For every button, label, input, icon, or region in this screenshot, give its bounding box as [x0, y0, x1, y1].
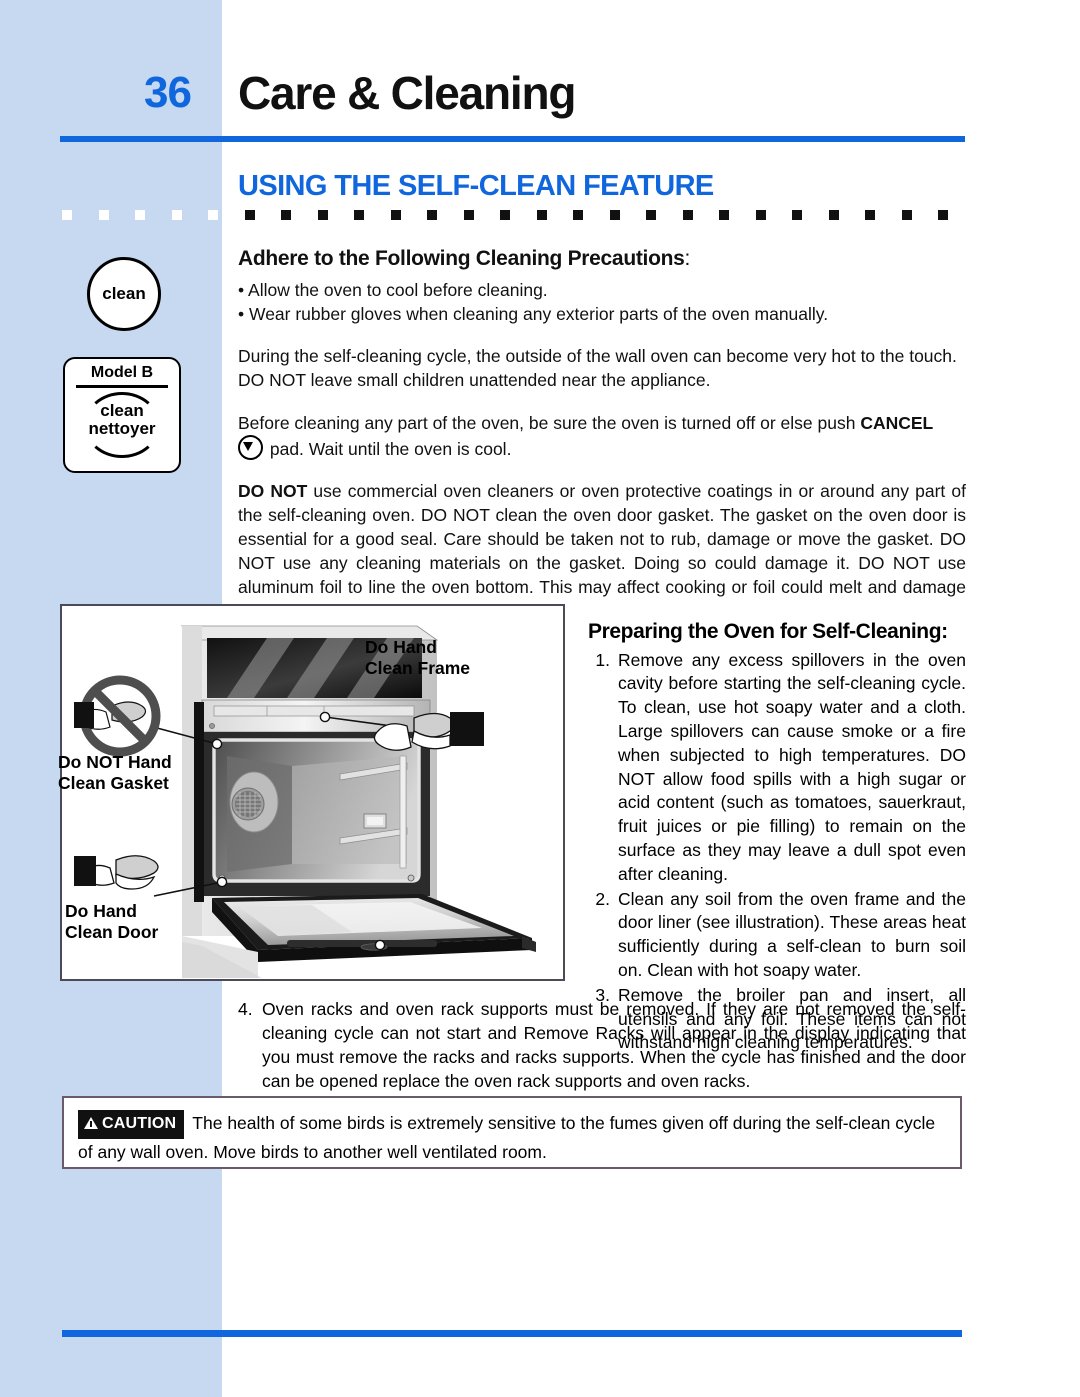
cancel-pad-icon: [238, 434, 263, 460]
caution-text: The health of some birds is extremely se…: [78, 1113, 936, 1162]
clean-pad-icon: clean: [87, 257, 161, 331]
clean-nettoyer-line2: nettoyer: [88, 419, 156, 439]
model-b-divider: [76, 385, 168, 388]
precaution-bullet-2: • Wear rubber gloves when cleaning any e…: [238, 304, 829, 325]
do-not-keyword: DO NOT: [238, 480, 308, 501]
cancel-paragraph-pre: Before cleaning any part of the oven, be…: [238, 412, 861, 433]
model-b-label: Model B: [90, 364, 154, 381]
cancel-pad-paragraph: Before cleaning any part of the oven, be…: [238, 411, 966, 461]
list-item-number: 1.: [595, 649, 610, 670]
caution-badge-label: CAUTION: [102, 1115, 177, 1132]
precautions-heading-text: Adhere to the Following Cleaning Precaut…: [238, 247, 685, 270]
precautions-section: Adhere to the Following Cleaning Precaut…: [238, 245, 966, 624]
list-item: 1. Remove any excess spillovers in the o…: [588, 649, 966, 887]
chapter-title: Care & Cleaning: [238, 67, 577, 119]
list-item-text: Remove any excess spillovers in the oven…: [618, 649, 966, 884]
section-heading: USING THE SELF-CLEAN FEATURE: [238, 170, 714, 202]
caution-badge: CAUTION: [78, 1110, 185, 1139]
precautions-heading: Adhere to the Following Cleaning Precaut…: [238, 245, 966, 274]
do-not-paragraph-text: use commercial oven cleaners or oven pro…: [238, 480, 966, 622]
preparing-section: Preparing the Oven for Self-Cleaning: 1.…: [588, 618, 966, 1055]
clean-pad-label: clean: [102, 284, 146, 303]
model-b-badge: Model B clean nettoyer: [63, 357, 181, 473]
precautions-bullets: • Allow the oven to cool before cleaning…: [238, 278, 966, 326]
do-not-paragraph: DO NOT use commercial oven cleaners or o…: [238, 479, 966, 624]
children-warning-paragraph: During the self-cleaning cycle, the outs…: [238, 346, 957, 391]
warning-triangle-icon: [84, 1117, 98, 1129]
no-hand-gasket-icon: [74, 675, 161, 757]
precautions-heading-colon: :: [684, 247, 691, 270]
header-rule: [60, 136, 965, 142]
label-clean-frame: Do Hand Clean Frame: [365, 637, 471, 678]
cancel-paragraph-post: pad. Wait until the oven is cool.: [265, 438, 512, 459]
caution-box: CAUTION The health of some birds is extre…: [62, 1096, 962, 1169]
list-item-number: 2.: [595, 888, 610, 909]
preparing-heading: Preparing the Oven for Self-Cleaning:: [588, 620, 948, 643]
hand-cloth-door-icon: [74, 855, 159, 890]
list-item-4: 4. Oven racks and oven rack supports mus…: [238, 997, 966, 1094]
label-do-not-clean-gasket: Do NOT Hand Clean Gasket: [58, 752, 172, 793]
footer-rule: [62, 1330, 962, 1337]
clean-nettoyer-line1: clean: [100, 400, 144, 420]
list-item-number: 4.: [238, 999, 253, 1019]
label-clean-door: Do Hand Clean Door: [65, 901, 159, 942]
dotted-divider: [62, 210, 962, 222]
list-item-text: Clean any soil from the oven frame and t…: [618, 888, 966, 980]
list-item: 2. Clean any soil from the oven frame an…: [588, 888, 966, 983]
page-number: 36: [144, 68, 192, 117]
list-item-text: Oven racks and oven rack supports must b…: [262, 999, 966, 1092]
precaution-bullet-1: • Allow the oven to cool before cleaning…: [238, 279, 548, 300]
cancel-keyword: CANCEL: [860, 412, 934, 433]
